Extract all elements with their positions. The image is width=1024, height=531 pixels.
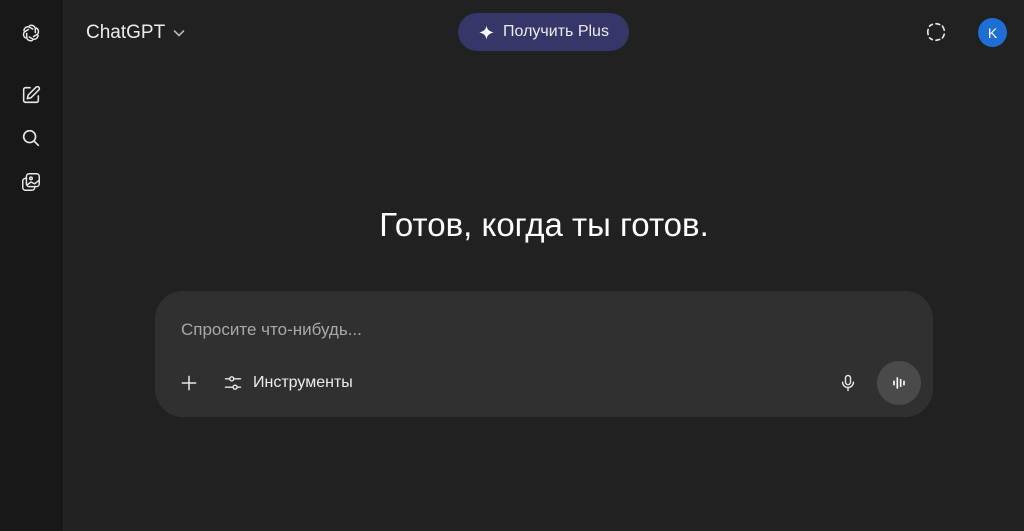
prompt-input[interactable]: [179, 317, 883, 343]
tools-label: Инструменты: [253, 374, 353, 391]
search-icon: [22, 129, 40, 147]
microphone-icon: [841, 374, 855, 392]
model-selector[interactable]: ChatGPT: [78, 15, 195, 51]
dashed-circle-icon: [926, 22, 946, 42]
sidebar-rail: [0, 0, 64, 531]
prompt-composer: Инструменты: [155, 291, 933, 417]
voice-waveform-icon: [893, 377, 905, 389]
get-plus-button[interactable]: Получить Plus: [458, 13, 629, 51]
dictate-button[interactable]: [832, 367, 864, 399]
tools-button[interactable]: Инструменты: [215, 367, 361, 399]
search-chats-button[interactable]: [12, 119, 50, 157]
new-chat-button[interactable]: [12, 76, 50, 114]
voice-mode-button[interactable]: [877, 361, 921, 405]
sparkle-icon: [479, 24, 494, 40]
sliders-icon: [224, 376, 242, 390]
get-plus-label: Получить Plus: [503, 23, 609, 40]
add-attachment-button[interactable]: [173, 367, 205, 399]
openai-logo-icon: [22, 24, 40, 42]
page-heading: Готов, когда ты готов.: [379, 206, 709, 243]
app-window: ChatGPT Получить Plus K Готов, когда ты …: [0, 0, 1024, 531]
user-avatar[interactable]: K: [978, 18, 1007, 47]
avatar-initial: K: [987, 24, 998, 41]
chevron-down-icon: [173, 30, 185, 37]
plus-icon: [181, 375, 197, 391]
new-chat-icon: [22, 85, 41, 104]
images-icon: [22, 173, 40, 191]
model-name: ChatGPT: [86, 22, 166, 43]
openai-logo-button[interactable]: [12, 14, 50, 52]
temporary-chat-button[interactable]: [917, 13, 955, 51]
library-images-button[interactable]: [12, 163, 50, 201]
